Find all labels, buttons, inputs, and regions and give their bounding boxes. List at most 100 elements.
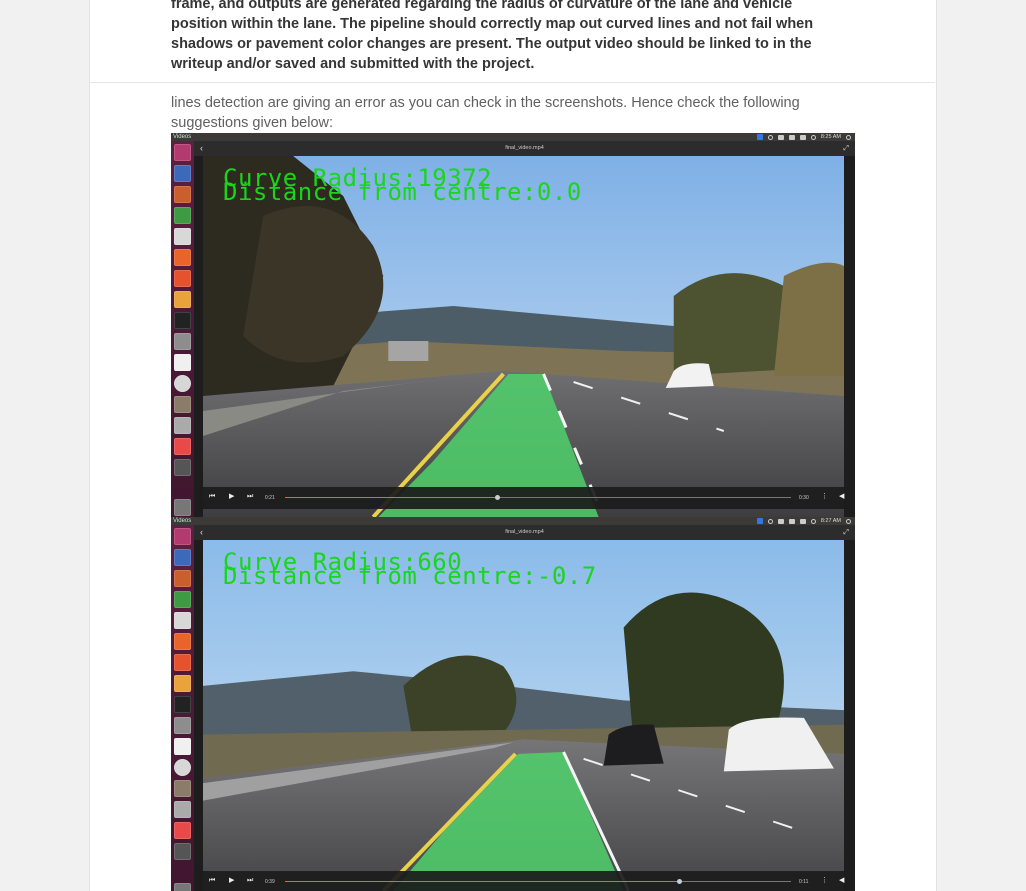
menu-icon[interactable]: ⋮	[821, 492, 828, 502]
app-title: Videos	[173, 134, 192, 140]
fullscreen-icon[interactable]: ⤢	[843, 141, 849, 156]
terminal-icon[interactable]	[174, 696, 191, 713]
skip-forward-icon[interactable]: ⏭	[247, 876, 253, 886]
skype-icon	[756, 134, 763, 140]
video-frame[interactable]: Curve Radius:19372 Distance from centre:…	[203, 156, 844, 517]
divider	[90, 82, 935, 83]
launcher-editor-icon[interactable]	[174, 612, 191, 629]
launcher-calc-icon[interactable]	[174, 591, 191, 608]
trash-icon[interactable]	[174, 499, 191, 516]
system-settings-icon[interactable]	[174, 333, 191, 350]
ubuntu-launcher	[171, 525, 194, 891]
distance-centre-overlay: Distance from centre:0.0	[223, 178, 582, 206]
keyboard-icon	[777, 134, 784, 140]
video-player-window: ‹ final_video.mp4 ⤢	[194, 141, 855, 517]
firefox-icon[interactable]	[174, 633, 191, 650]
mail-icon	[788, 518, 795, 524]
video-frame[interactable]: Curve Radius:660 Distance from centre:-0…	[203, 540, 844, 891]
play-icon[interactable]: ▶	[229, 492, 234, 502]
launcher-editor-icon[interactable]	[174, 228, 191, 245]
disc-icon[interactable]	[174, 759, 191, 776]
system-tray: 8:27 AM	[756, 517, 851, 525]
trash-icon[interactable]	[174, 883, 191, 891]
disk-icon[interactable]	[174, 801, 191, 818]
player-header: ‹ final_video.mp4 ⤢	[194, 525, 855, 540]
software-center-icon[interactable]	[174, 654, 191, 671]
disk-icon[interactable]	[174, 417, 191, 434]
clock: 8:25 AM	[820, 134, 841, 140]
file-name: final_video.mp4	[505, 145, 544, 151]
video-player-window: ‹ final_video.mp4 ⤢	[194, 525, 855, 891]
ubuntu-top-panel: Videos 8:27 AM	[171, 517, 855, 525]
blender-icon[interactable]	[174, 291, 191, 308]
videos-icon[interactable]	[174, 459, 191, 476]
back-arrow-icon[interactable]: ‹	[200, 141, 203, 156]
file-name: final_video.mp4	[505, 529, 544, 535]
launcher-files-icon[interactable]	[174, 165, 191, 182]
settings-gear-icon	[846, 134, 851, 140]
playback-controls: ⏮ ▶ ⏭ 0:21 0:30 ⋮ ◀	[199, 487, 849, 509]
playback-controls: ⏮ ▶ ⏭ 0:39 0:11 ⋮ ◀	[199, 871, 849, 891]
videos-icon[interactable]	[174, 843, 191, 860]
reader-icon[interactable]	[174, 438, 191, 455]
sound-icon	[810, 134, 816, 140]
road-scene-image	[203, 540, 844, 891]
fullscreen-icon[interactable]: ⤢	[843, 525, 849, 540]
screenshot-1: Videos 8:25 AM ‹ final_video.mp4 ⤢ Curve…	[171, 133, 855, 517]
seek-bar-played	[285, 497, 498, 498]
launcher-files-icon[interactable]	[174, 549, 191, 566]
elapsed-time: 0:39	[265, 879, 275, 885]
amazon-icon[interactable]	[174, 354, 191, 371]
wifi-icon	[767, 134, 773, 140]
rubric-spec-text: frame, and outputs are generated regardi…	[171, 0, 814, 72]
remaining-time: 0:30	[799, 495, 809, 501]
firefox-icon[interactable]	[174, 249, 191, 266]
remaining-time: 0:11	[799, 879, 809, 885]
launcher-calc-icon[interactable]	[174, 207, 191, 224]
wifi-icon	[767, 518, 773, 524]
seek-bar[interactable]	[285, 879, 791, 884]
ubuntu-top-panel: Videos 8:25 AM	[171, 133, 855, 141]
blender-icon[interactable]	[174, 675, 191, 692]
distance-centre-overlay: Distance from centre:-0.7	[223, 562, 597, 590]
ubuntu-launcher	[171, 141, 194, 517]
menu-icon[interactable]: ⋮	[821, 876, 828, 886]
seek-bar-handle[interactable]	[677, 879, 683, 884]
reviewer-comment: lines detection are giving an error as y…	[171, 95, 800, 131]
battery-icon	[799, 134, 806, 140]
software-center-icon[interactable]	[174, 270, 191, 287]
battery-icon	[799, 518, 806, 524]
seek-bar-played	[285, 881, 680, 882]
launcher-doc-icon[interactable]	[174, 570, 191, 587]
back-arrow-icon[interactable]: ‹	[200, 525, 203, 540]
launcher-app-icon[interactable]	[174, 528, 191, 545]
mail-icon	[788, 134, 795, 140]
seek-bar-handle[interactable]	[495, 495, 501, 500]
amazon-icon[interactable]	[174, 738, 191, 755]
road-scene-image	[203, 156, 844, 517]
clock: 8:27 AM	[820, 518, 841, 524]
volume-icon[interactable]: ◀	[839, 876, 844, 886]
launcher-doc-icon[interactable]	[174, 186, 191, 203]
screenshot-2: Videos 8:27 AM ‹ final_video.mp4 ⤢ Curve…	[171, 517, 855, 891]
reader-icon[interactable]	[174, 822, 191, 839]
system-tray: 8:25 AM	[756, 133, 851, 141]
archive-icon[interactable]	[174, 780, 191, 797]
seek-bar[interactable]	[285, 495, 791, 500]
sound-icon	[810, 518, 816, 524]
disc-icon[interactable]	[174, 375, 191, 392]
keyboard-icon	[777, 518, 784, 524]
archive-icon[interactable]	[174, 396, 191, 413]
player-header: ‹ final_video.mp4 ⤢	[194, 141, 855, 156]
skype-icon	[756, 518, 763, 524]
elapsed-time: 0:21	[265, 495, 275, 501]
launcher-app-icon[interactable]	[174, 144, 191, 161]
skip-back-icon[interactable]: ⏮	[209, 876, 215, 886]
skip-back-icon[interactable]: ⏮	[209, 492, 215, 502]
skip-forward-icon[interactable]: ⏭	[247, 492, 253, 502]
system-settings-icon[interactable]	[174, 717, 191, 734]
app-title: Videos	[173, 518, 192, 524]
volume-icon[interactable]: ◀	[839, 492, 844, 502]
play-icon[interactable]: ▶	[229, 876, 234, 886]
terminal-icon[interactable]	[174, 312, 191, 329]
